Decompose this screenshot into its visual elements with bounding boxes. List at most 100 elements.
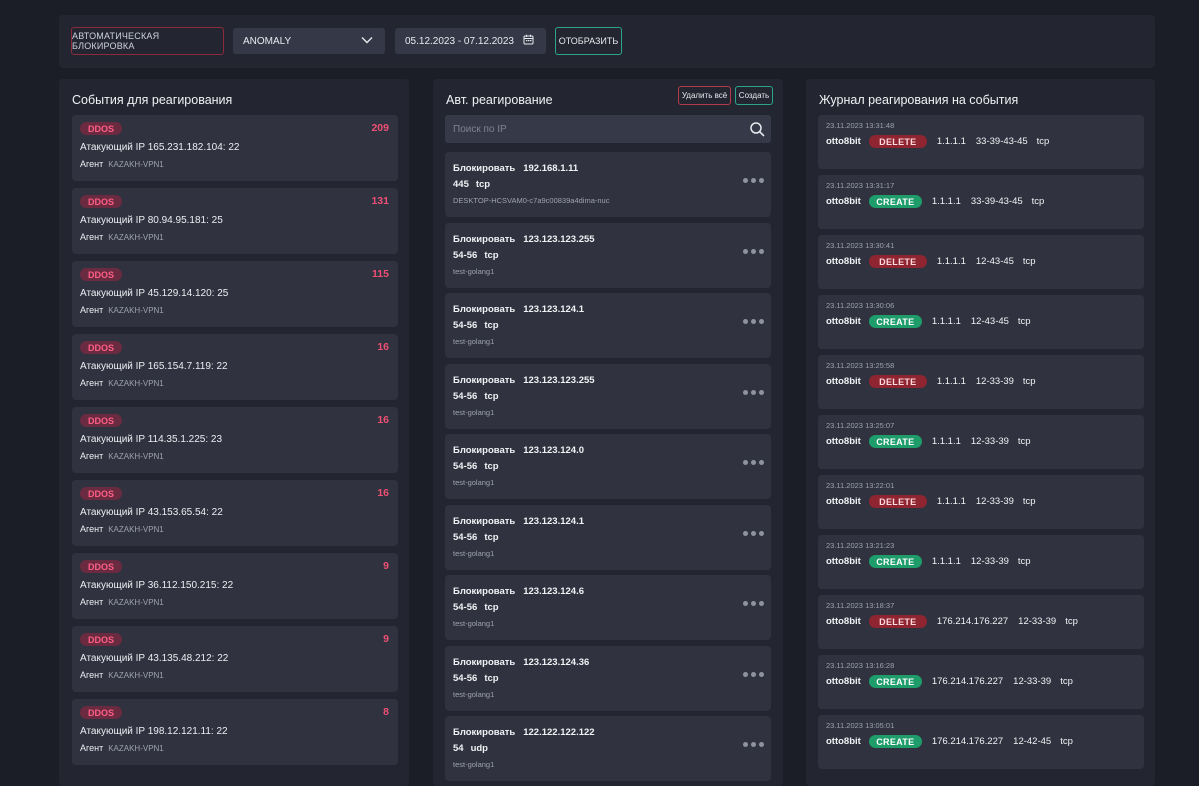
auto-reaction-panel: Авт. реагирование Удалить всё Создать Бл… [433,79,783,786]
attacker-ip-label: Атакующий IP [80,507,145,518]
more-dots-icon[interactable] [743,178,764,183]
event-type-badge: DDOS [80,414,122,427]
rule-card[interactable]: Блокировать 123.123.124.1 54-56 tcp test-gol… [445,293,771,358]
chevron-down-icon [361,36,373,47]
log-ip: 1.1.1.1 [936,496,966,507]
log-ip: 1.1.1.1 [931,436,961,447]
rule-card[interactable]: Блокировать 123.123.124.6 54-56 tcp test-gol… [445,575,771,640]
log-details-row: otto8bit DELETE 1.1.1.1 12-33-39 tcp [826,495,1036,508]
rule-card[interactable]: Блокировать 122.122.122.122 54 udp test-gola… [445,716,771,781]
agent-label: Агент [80,232,104,242]
agent-value: KAZAKH-VPN1 [108,598,164,607]
event-card[interactable]: DDOS 9 Атакующий IP 36.112.150.215: 22 Аген… [72,553,398,619]
more-dots-icon[interactable] [743,671,764,677]
delete-all-button[interactable]: Удалить всё [678,86,731,105]
log-action-badge: CREATE [868,195,922,208]
attacker-ip-row: Атакующий IP 80.94.95.181: 25 [80,215,223,226]
log-ports: 12-43-45 [970,316,1009,327]
agent-label: Агент [80,524,104,534]
attacker-ip-row: Атакующий IP 165.231.182.104: 22 [80,142,239,153]
filter-toolbar: АВТОМАТИЧЕСКАЯ БЛОКИРОВКА ANOMALY 05.12.… [59,15,1155,68]
log-ports: 12-42-45 [1013,736,1052,747]
event-card[interactable]: DDOS 115 Атакующий IP 45.129.14.120: 25 Аге… [72,261,398,327]
date-range-picker[interactable]: 05.12.2023 - 07.12.2023 [395,28,546,54]
log-ip: 1.1.1.1 [931,196,961,207]
ip-search-input[interactable] [453,121,733,137]
event-card[interactable]: DDOS 8 Атакующий IP 198.12.121.11: 22 Агент… [72,699,398,765]
more-dots-icon[interactable] [743,601,764,606]
event-count: 9 [383,560,389,572]
rule-proto: tcp [484,390,499,402]
more-dots-icon[interactable] [743,248,764,254]
attacker-ip-row: Атакующий IP 165.154.7.119: 22 [80,361,228,372]
rule-card[interactable]: Блокировать 123.123.124.0 54-56 tcp test-gol… [445,434,771,499]
attacker-ip-label: Атакующий IP [80,142,145,153]
log-proto: tcp [1017,316,1031,327]
event-card[interactable]: DDOS 131 Атакующий IP 80.94.95.181: 25 Аген… [72,188,398,254]
agent-row: Агент KAZAKH-VPN1 [80,378,164,388]
rule-action-label: Блокировать [453,304,516,315]
log-entry: 23.11.2023 13:31:48 otto8bit DELETE 1.1.1.1… [818,115,1144,169]
more-dots-icon[interactable] [743,460,764,465]
log-action-badge: CREATE [868,735,922,748]
rule-action-row: Блокировать 192.168.1.11 [453,163,578,174]
log-user: otto8bit [826,676,861,687]
rule-ports-row: 54 udp [453,743,488,754]
event-card[interactable]: DDOS 9 Атакующий IP 43.135.48.212: 22 Агент… [72,626,398,692]
log-action-badge: CREATE [868,435,922,448]
rule-card[interactable]: Блокировать 123.123.123.255 54-56 tcp test-g… [445,222,771,288]
rule-ip: 123.123.124.1 [523,515,584,527]
attacker-ip-label: Атакующий IP [80,361,145,372]
log-ip: 1.1.1.1 [936,256,966,267]
rule-card[interactable]: Блокировать 123.123.124.36 54-56 tcp test-go… [445,645,771,711]
attacker-ip-value: 114.35.1.225: 23 [147,434,223,445]
create-rule-button[interactable]: Создать [735,86,773,105]
rule-host: test-golang1 [453,548,495,558]
rule-ports: 54-56 [453,249,478,261]
search-icon[interactable] [749,121,765,137]
event-card[interactable]: DDOS 16 Атакующий IP 165.154.7.119: 22 Аген… [72,334,398,400]
log-ports: 12-33-39 [975,496,1014,507]
log-entry: 23.11.2023 13:31:17 otto8bit CREATE 1.1.1.1… [818,175,1144,229]
log-proto: tcp [1036,136,1050,147]
more-dots-icon[interactable] [743,319,764,324]
rule-action-row: Блокировать 123.123.124.36 [453,657,589,668]
rule-ip: 123.123.124.36 [523,656,590,668]
event-card[interactable]: DDOS 209 Атакующий IP 165.231.182.104: 22 А… [72,115,398,181]
rule-ports-row: 54-56 tcp [453,532,499,543]
rule-card[interactable]: Блокировать 123.123.123.255 54-56 tcp test-g… [445,363,771,429]
show-button[interactable]: ОТОБРАЗИТЬ [555,27,622,55]
auto-block-button[interactable]: АВТОМАТИЧЕСКАЯ БЛОКИРОВКА [71,27,224,55]
event-type-badge: DDOS [80,122,122,135]
rule-action-row: Блокировать 123.123.124.1 [453,516,584,527]
log-ports: 12-43-45 [975,256,1014,267]
ip-search [445,115,771,143]
mode-select[interactable]: ANOMALY [233,28,385,54]
rule-card[interactable]: Блокировать 192.168.1.11 445 tcp DESKTOP-HCS… [445,152,771,217]
log-action-badge: DELETE [868,375,927,388]
more-dots-icon[interactable] [743,742,764,747]
log-action-badge: CREATE [868,675,922,688]
log-entry: 23.11.2023 13:16:28 otto8bit CREATE 176.214… [818,655,1144,709]
rule-card[interactable]: Блокировать 123.123.124.1 54-56 tcp test-gol… [445,504,771,570]
rule-action-label: Блокировать [453,374,516,386]
rule-ports: 54-56 [453,461,478,472]
log-timestamp: 23.11.2023 13:31:17 [826,181,895,190]
event-card[interactable]: DDOS 16 Атакующий IP 43.153.65.54: 22 Агент… [72,480,398,546]
more-dots-icon[interactable] [743,530,764,536]
event-count: 16 [377,341,389,353]
rule-ports: 445 [453,179,469,190]
log-details-row: otto8bit CREATE 1.1.1.1 12-33-39 tcp [826,555,1031,568]
more-dots-icon[interactable] [743,389,764,395]
log-entry: 23.11.2023 13:05:01 otto8bit CREATE 176.214… [818,715,1144,769]
log-ip: 176.214.176.227 [931,676,1004,687]
attacker-ip-row: Атакующий IP 43.153.65.54: 22 [80,507,223,518]
mode-select-value: ANOMALY [243,35,292,47]
log-ports: 12-33-39 [970,436,1009,447]
log-details-row: otto8bit DELETE 1.1.1.1 12-43-45 tcp [826,255,1036,268]
log-details-row: otto8bit CREATE 1.1.1.1 33-39-43-45 tcp [826,195,1044,208]
reaction-log-title: Журнал реагирования на события [819,93,1019,107]
event-card[interactable]: DDOS 16 Атакующий IP 114.35.1.225: 23 Агент… [72,407,398,473]
rule-ports-row: 54-56 tcp [453,250,499,261]
rule-ports: 54-56 [453,602,478,613]
